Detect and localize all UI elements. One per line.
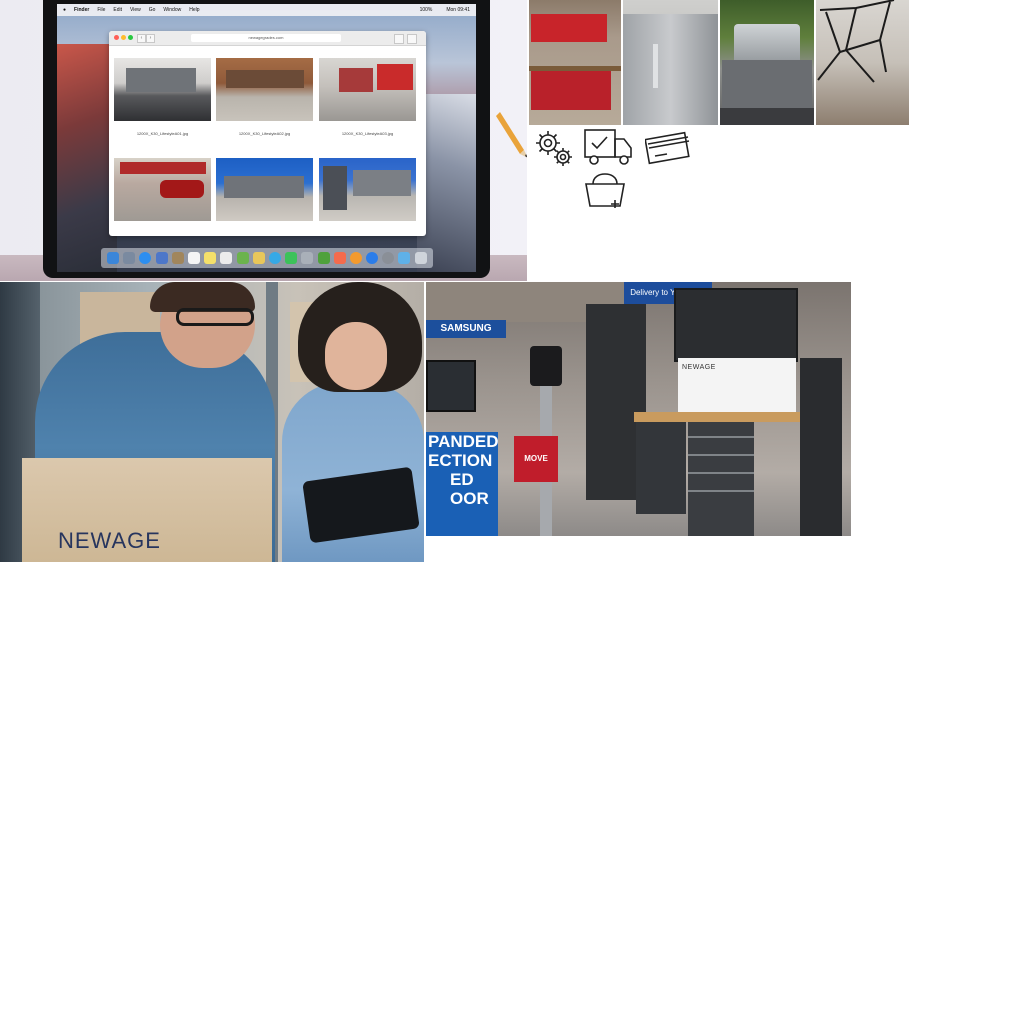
ibooks-icon[interactable] [349, 252, 362, 264]
table-frame [817, 0, 895, 83]
zoom-button[interactable] [128, 35, 133, 40]
thumbnail-image[interactable] [216, 158, 313, 221]
menu-edit[interactable]: Edit [113, 7, 122, 13]
side-cabinet [800, 358, 842, 536]
store-display-photo: Delivery to Your Door SAMSUNG PANDED ECT… [426, 282, 851, 536]
box-logo: NEWAGE [58, 528, 161, 553]
address-bar[interactable]: newagegrades.com [191, 34, 341, 42]
menu-view[interactable]: View [130, 7, 141, 13]
app-store-icon[interactable] [366, 252, 379, 264]
thumbnail-caption: 1200X_K30_LifestyleA03.jpg [341, 131, 394, 136]
pencil-icon [496, 112, 527, 158]
info-panel: NEWAGE [678, 358, 796, 412]
trash-icon[interactable] [414, 252, 427, 264]
share-icon[interactable] [394, 34, 404, 44]
browser-window: ‹ › newagegrades.com 1200X_K30_Lifestyle… [109, 31, 426, 236]
browser-toolbar: ‹ › newagegrades.com [109, 31, 426, 46]
banner-line: OOR [450, 489, 489, 508]
menu-go[interactable]: Go [149, 7, 156, 13]
steel-cabinet-image [623, 0, 718, 125]
mac-menubar: ● Finder File Edit View Go Window Help 1… [57, 4, 476, 16]
wallpaper-mountain [57, 44, 117, 272]
contacts-icon[interactable] [171, 252, 184, 264]
notes-icon[interactable] [204, 252, 217, 264]
back-icon[interactable]: ‹ [137, 34, 146, 43]
glasses [176, 308, 254, 326]
calendar-icon[interactable] [188, 252, 201, 264]
menu-app[interactable]: Finder [74, 7, 89, 13]
delivery-truck-icon [584, 129, 632, 165]
safari-icon[interactable] [139, 252, 152, 264]
close-button[interactable] [114, 35, 119, 40]
tool-drawers [688, 422, 754, 536]
outdoor-grill-image [720, 0, 814, 125]
wood-worktop [634, 412, 802, 422]
red-cabinets-image [529, 0, 621, 125]
thumbnail-image[interactable] [216, 58, 313, 121]
expanded-selection-banner: PANDED ECTION ED OOR [426, 432, 499, 536]
numbers-icon[interactable] [317, 252, 330, 264]
thumbnail-image[interactable] [114, 58, 211, 121]
thumbnail-image[interactable] [319, 58, 416, 121]
folder-icon[interactable] [398, 252, 411, 264]
clock[interactable]: Mon 09:41 [446, 7, 470, 13]
keynote-icon[interactable] [301, 252, 314, 264]
display-logo: NEWAGE [682, 364, 716, 371]
menu-help[interactable]: Help [189, 7, 199, 13]
maps-icon[interactable] [236, 252, 249, 264]
tv-screen [426, 360, 476, 412]
finder-icon[interactable] [107, 252, 120, 264]
reminders-icon[interactable] [220, 252, 233, 264]
minimize-button[interactable] [121, 35, 126, 40]
mail-icon[interactable] [155, 252, 168, 264]
glass-table-image [816, 0, 909, 125]
woman-face [325, 322, 387, 390]
laptop-screen: ● Finder File Edit View Go Window Help 1… [57, 4, 476, 272]
mac-dock [101, 248, 433, 268]
launchpad-icon[interactable] [123, 252, 136, 264]
elliptical-machine: MOVE [514, 340, 584, 536]
base-cabinet [636, 422, 686, 514]
banner-line: ED [450, 470, 474, 489]
wall-cabinet [674, 288, 798, 362]
thumbnail-image[interactable] [114, 158, 211, 221]
red-tag: MOVE [514, 436, 558, 482]
team-photo: NEWAGE [0, 282, 424, 562]
laptop-image: ● Finder File Edit View Go Window Help 1… [0, 0, 527, 281]
gear-icon [536, 131, 572, 166]
facetime-icon[interactable] [285, 252, 298, 264]
messages-icon[interactable] [268, 252, 281, 264]
samsung-sign: SAMSUNG [426, 320, 506, 338]
banner-line: ECTION [428, 451, 493, 470]
credit-card-icon [645, 131, 690, 165]
menu-window[interactable]: Window [163, 7, 181, 13]
cardboard-box: NEWAGE [22, 458, 272, 562]
forward-icon[interactable]: › [146, 34, 155, 43]
system-preferences-icon[interactable] [382, 252, 395, 264]
battery-status[interactable]: 100% [420, 7, 433, 13]
basket-add-icon [585, 173, 625, 208]
banner-line: PANDED [428, 432, 499, 451]
tabs-icon[interactable] [407, 34, 417, 44]
itunes-icon[interactable] [333, 252, 346, 264]
menu-file[interactable]: File [97, 7, 105, 13]
thumbnail-caption: 1200X_K30_LifestyleA02.jpg [238, 131, 291, 136]
photos-icon[interactable] [252, 252, 265, 264]
apple-icon[interactable]: ● [63, 7, 66, 13]
thumbnail-caption: 1200X_K30_LifestyleA01.jpg [136, 131, 189, 136]
thumbnail-image[interactable] [319, 158, 416, 221]
